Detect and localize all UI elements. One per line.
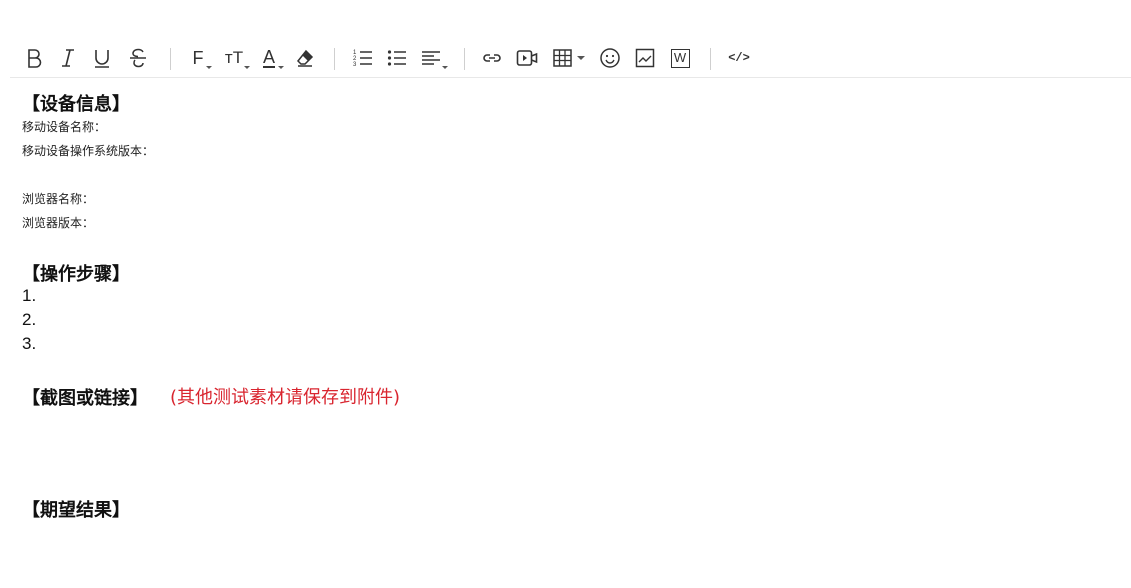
- word-import-icon[interactable]: W: [669, 46, 691, 70]
- list-item: 3.: [22, 334, 37, 353]
- underline-icon[interactable]: [92, 46, 112, 70]
- screenshot-heading: 【截图或链接】: [22, 388, 148, 409]
- table-icon[interactable]: [550, 46, 586, 70]
- chevron-down-icon: [244, 66, 250, 69]
- chevron-down-icon: [206, 66, 212, 69]
- font-family-icon[interactable]: F: [186, 46, 212, 70]
- list-item: 1.: [22, 286, 37, 305]
- ordered-list-icon[interactable]: 123: [352, 46, 374, 70]
- svg-text:3: 3: [353, 62, 357, 68]
- code-glyph: </>: [728, 51, 750, 65]
- toolbar-separator: [170, 48, 171, 70]
- font-size-icon[interactable]: тT: [220, 46, 250, 70]
- chevron-down-icon: [576, 56, 585, 60]
- expected-result-heading: 【期望结果】: [22, 500, 130, 521]
- image-icon[interactable]: [634, 46, 656, 70]
- italic-icon[interactable]: [58, 46, 78, 70]
- bold-icon[interactable]: [24, 46, 44, 70]
- list-item: 2.: [22, 310, 37, 329]
- device-os-label: 移动设备操作系统版本：: [22, 144, 155, 158]
- editor-toolbar: F тT A 123 W </>: [10, 40, 1131, 78]
- source-code-icon[interactable]: </>: [726, 46, 752, 70]
- browser-name-label: 浏览器名称：: [22, 192, 95, 206]
- unordered-list-icon[interactable]: [386, 46, 408, 70]
- font-size-glyph: тT: [224, 48, 244, 67]
- video-icon[interactable]: [516, 46, 538, 70]
- device-info-heading: 【设备信息】: [22, 94, 130, 115]
- steps-heading: 【操作步骤】: [22, 264, 130, 285]
- chevron-down-icon: [278, 66, 284, 69]
- font-color-glyph: A: [262, 46, 275, 68]
- word-glyph: W: [670, 48, 690, 68]
- toolbar-separator: [334, 48, 335, 70]
- toolbar-separator: [710, 48, 711, 70]
- font-color-icon[interactable]: A: [256, 46, 284, 70]
- clear-format-icon[interactable]: [294, 46, 316, 70]
- chevron-down-icon: [442, 66, 448, 69]
- link-icon[interactable]: [481, 46, 503, 70]
- browser-version-label: 浏览器版本：: [22, 216, 95, 230]
- align-icon[interactable]: [418, 46, 448, 70]
- device-name-label: 移动设备名称：: [22, 120, 107, 134]
- emoji-icon[interactable]: [599, 46, 621, 70]
- screenshot-note: (其他测试素材请保存到附件): [170, 387, 401, 408]
- toolbar-separator: [464, 48, 465, 70]
- strikethrough-icon[interactable]: [128, 46, 148, 70]
- editor-content[interactable]: 【设备信息】 移动设备名称： 移动设备操作系统版本： 浏览器名称： 浏览器版本：…: [0, 79, 1131, 588]
- font-family-glyph: F: [192, 47, 204, 68]
